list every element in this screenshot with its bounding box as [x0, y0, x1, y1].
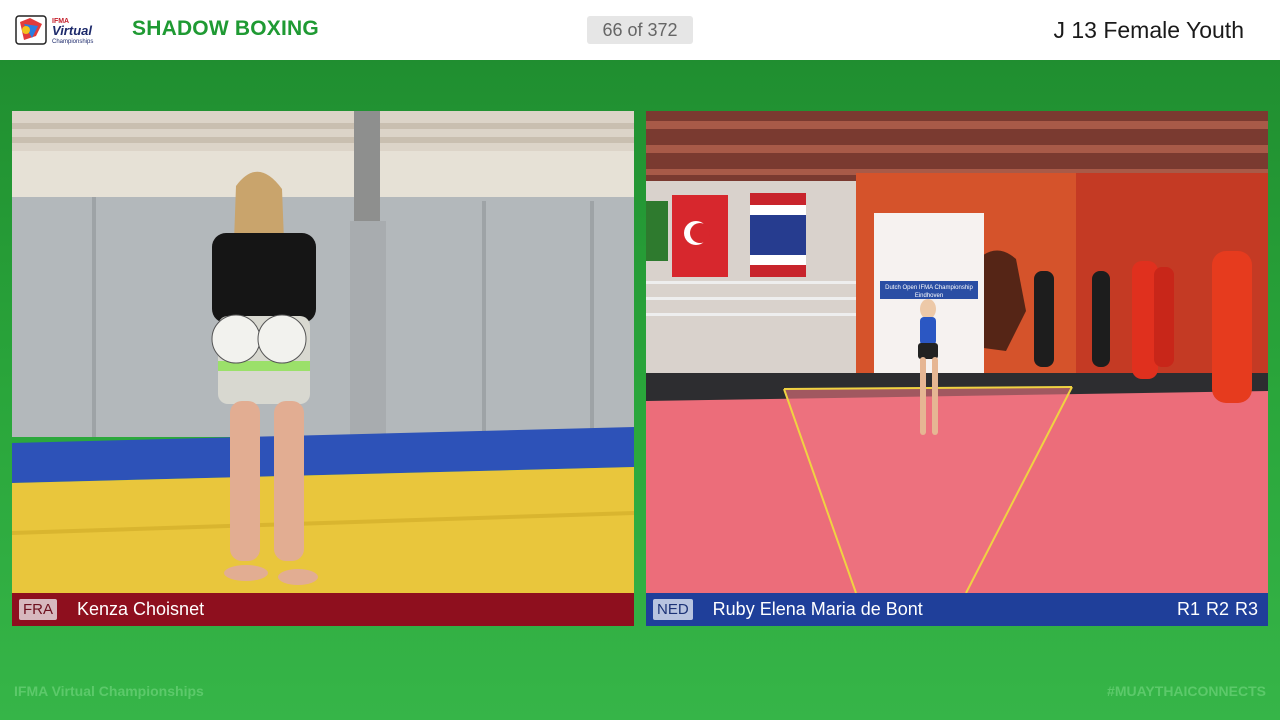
right-video-feed[interactable]: Dutch Open IFMA Championship Eindhoven	[646, 111, 1268, 593]
right-country-code: NED	[653, 599, 693, 620]
bout-counter: 66 of 372	[587, 16, 693, 44]
left-athlete-name: Kenza Choisnet	[77, 599, 205, 619]
footer-hashtag: #MUAYTHAICONNECTS	[1107, 683, 1266, 699]
left-video-feed[interactable]	[12, 111, 634, 593]
left-country-code: FRA	[19, 599, 57, 620]
ifma-virtual-logo: IFMA Virtual Championships	[14, 10, 106, 50]
left-athlete-namebar: FRA Kenza Choisnet	[12, 593, 634, 626]
footer-brand: IFMA Virtual Championships	[14, 683, 204, 699]
round-1-label[interactable]: R1	[1177, 599, 1200, 620]
svg-text:Virtual: Virtual	[52, 23, 92, 38]
banner-line1: Dutch Open IFMA Championship	[885, 285, 973, 291]
top-bar: IFMA Virtual Championships SHADOW BOXING…	[0, 0, 1280, 60]
banner-line2: Eindhoven	[915, 293, 943, 299]
category-label: J 13 Female Youth	[1053, 17, 1244, 43]
round-2-label[interactable]: R2	[1206, 599, 1229, 620]
right-athlete-namebar: NED Ruby Elena Maria de Bont R1 R2 R3	[646, 593, 1268, 626]
round-3-label[interactable]: R3	[1235, 599, 1258, 620]
right-athlete-panel: Dutch Open IFMA Championship Eindhoven N…	[646, 111, 1268, 627]
svg-text:Championships: Championships	[52, 39, 93, 45]
rounds-indicator: R1 R2 R3	[1177, 599, 1258, 620]
left-athlete-panel: FRA Kenza Choisnet	[12, 111, 634, 627]
event-title: SHADOW BOXING	[132, 17, 319, 40]
right-athlete-name: Ruby Elena Maria de Bont	[712, 599, 923, 619]
